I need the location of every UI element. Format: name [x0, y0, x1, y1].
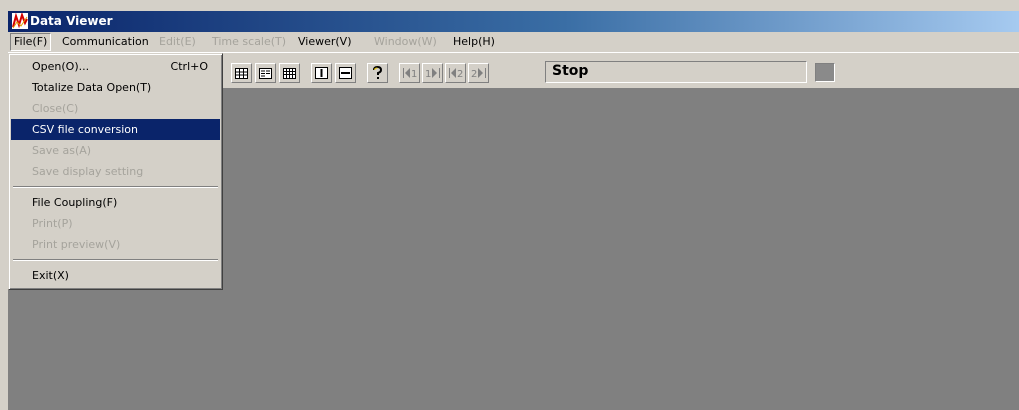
cursor2-right-icon: 2 [471, 67, 487, 79]
grid-view-icon [283, 67, 296, 79]
table-view-button[interactable] [231, 63, 252, 83]
graph-app-icon [12, 11, 28, 29]
menu-item-file-coupling[interactable]: File Coupling(F) [11, 192, 220, 213]
menu-edit[interactable]: Edit(E) [156, 34, 199, 50]
menu-item-save-as[interactable]: Save as(A) [11, 140, 220, 161]
status-indicator [815, 63, 835, 82]
help-cursor-button[interactable] [367, 63, 388, 83]
help-cursor-icon [371, 66, 384, 80]
cursor1-left-button[interactable]: 1 [399, 63, 420, 83]
cursor2-left-icon: 2 [448, 67, 464, 79]
table-view-icon [235, 67, 248, 79]
cursor2-left-label: 2 [457, 69, 463, 79]
menu-item-open[interactable]: Open(O)... Ctrl+O [11, 56, 220, 77]
cursor1-right-icon: 1 [425, 67, 441, 79]
cursor2-right-button[interactable]: 2 [468, 63, 489, 83]
menu-item-open-label: Open(O)... [32, 60, 90, 73]
menu-window[interactable]: Window(W) [371, 34, 440, 50]
menu-time-scale[interactable]: Time scale(T) [209, 34, 289, 50]
status-field: Stop [545, 61, 807, 83]
menu-item-exit[interactable]: Exit(X) [11, 265, 220, 286]
cursor2-left-button[interactable]: 2 [445, 63, 466, 83]
vertical-cursor-icon [315, 67, 328, 79]
menu-item-print[interactable]: Print(P) [11, 213, 220, 234]
horizontal-cursor-icon [339, 67, 352, 79]
menu-separator [13, 259, 218, 261]
vertical-cursor-button[interactable] [311, 63, 332, 83]
cursor2-right-label: 2 [471, 69, 477, 79]
menu-item-save-display-setting[interactable]: Save display setting [11, 161, 220, 182]
cursor1-right-button[interactable]: 1 [422, 63, 443, 83]
app-window: Data Viewer File(F) Communication Edit(E… [0, 0, 1019, 410]
cursor1-right-label: 1 [425, 69, 431, 79]
menu-bar: File(F) Communication Edit(E) Time scale… [8, 32, 1019, 52]
list-view-icon [259, 67, 272, 79]
cursor1-left-icon: 1 [402, 67, 418, 79]
menu-file[interactable]: File(F) [10, 33, 52, 51]
menu-item-print-preview[interactable]: Print preview(V) [11, 234, 220, 255]
horizontal-cursor-button[interactable] [335, 63, 356, 83]
menu-communication[interactable]: Communication [59, 34, 152, 50]
cursor1-left-label: 1 [411, 69, 417, 79]
menu-viewer[interactable]: Viewer(V) [295, 34, 355, 50]
menu-help[interactable]: Help(H) [450, 34, 498, 50]
menu-item-open-shortcut: Ctrl+O [170, 60, 208, 73]
menu-item-csv-file-conversion[interactable]: CSV file conversion [11, 119, 220, 140]
menu-item-close[interactable]: Close(C) [11, 98, 220, 119]
menu-item-totalize-data-open[interactable]: Totalize Data Open(T) [11, 77, 220, 98]
file-dropdown-menu: Open(O)... Ctrl+O Totalize Data Open(T) … [8, 53, 223, 290]
menu-separator [13, 186, 218, 188]
window-title: Data Viewer [30, 14, 113, 28]
list-view-button[interactable] [255, 63, 276, 83]
grid-view-button[interactable] [279, 63, 300, 83]
title-bar[interactable]: Data Viewer [8, 11, 1019, 32]
